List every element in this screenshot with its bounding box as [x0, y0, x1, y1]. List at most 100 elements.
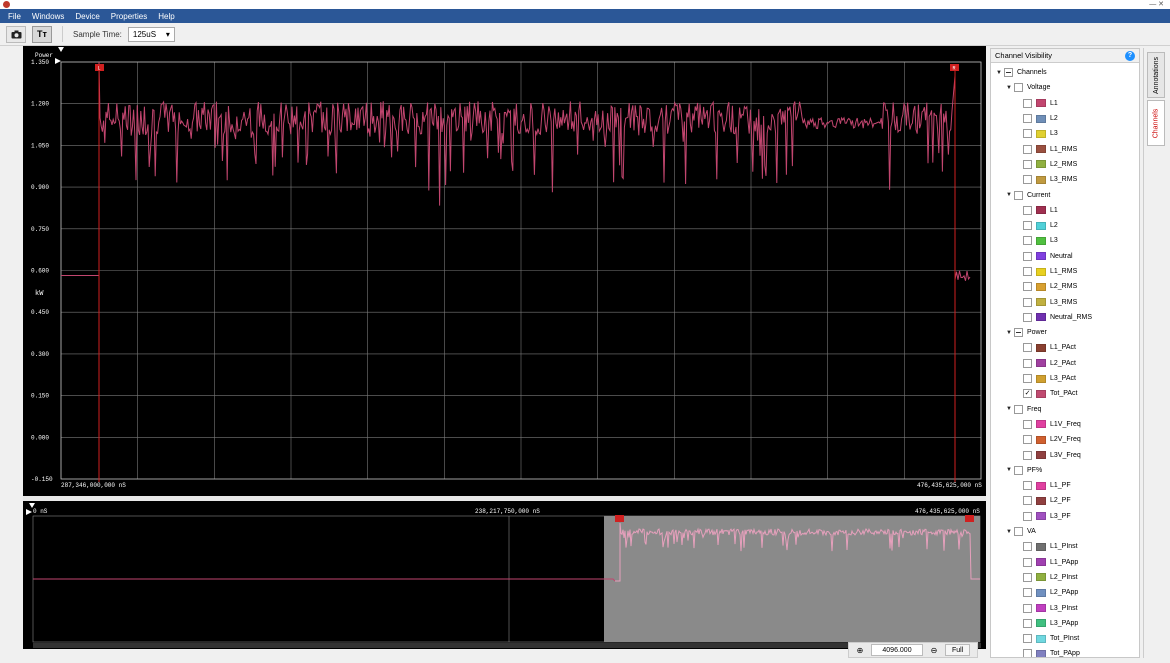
visibility-checkbox[interactable]	[1023, 649, 1032, 657]
visibility-checkbox[interactable]	[1023, 114, 1032, 124]
visibility-checkbox[interactable]	[1014, 465, 1023, 475]
visibility-checkbox[interactable]: ✓	[1023, 389, 1032, 399]
visibility-checkbox[interactable]	[1023, 282, 1032, 292]
visibility-checkbox[interactable]	[1023, 144, 1032, 154]
tree-item[interactable]: L1	[991, 203, 1139, 218]
expand-arrow-icon[interactable]: ▼	[1006, 406, 1014, 412]
visibility-checkbox[interactable]	[1023, 129, 1032, 139]
visibility-checkbox[interactable]	[1023, 221, 1032, 231]
visibility-checkbox[interactable]	[1023, 358, 1032, 368]
visibility-checkbox[interactable]	[1023, 496, 1032, 506]
visibility-checkbox[interactable]	[1023, 634, 1032, 644]
visibility-checkbox[interactable]	[1023, 450, 1032, 460]
zoom-full-button[interactable]: Full	[945, 644, 971, 656]
visibility-checkbox[interactable]	[1023, 175, 1032, 185]
tree-item[interactable]: L3_PAct	[991, 371, 1139, 386]
visibility-checkbox[interactable]	[1014, 83, 1023, 93]
tab-channels[interactable]: Channels	[1147, 100, 1165, 146]
overview-scrollbar[interactable]	[33, 643, 981, 648]
sample-time-select[interactable]: 125uS ▾	[127, 26, 175, 42]
help-icon[interactable]: ?	[1125, 50, 1135, 61]
tree-item[interactable]: L1_RMS	[991, 141, 1139, 156]
text-tool-button[interactable]: Tт	[32, 25, 52, 43]
tree-item[interactable]: L2	[991, 111, 1139, 126]
visibility-checkbox[interactable]	[1014, 404, 1023, 414]
visibility-checkbox[interactable]	[1023, 542, 1032, 552]
tree-item[interactable]: L1_PF	[991, 478, 1139, 493]
menu-file[interactable]: File	[8, 12, 21, 21]
tree-item[interactable]: Neutral	[991, 249, 1139, 264]
overview-plot[interactable]: 0 nS 238,217,750,000 nS 476,435,625,000 …	[23, 501, 986, 649]
tab-annotations[interactable]: Annotations	[1147, 52, 1165, 98]
visibility-checkbox[interactable]	[1014, 328, 1023, 338]
tree-item[interactable]: L2_PApp	[991, 585, 1139, 600]
zoom-out-icon[interactable]: ⊖	[927, 644, 941, 656]
expand-arrow-icon[interactable]: ▼	[996, 70, 1004, 76]
visibility-checkbox[interactable]	[1023, 511, 1032, 521]
expand-arrow-icon[interactable]: ▼	[1006, 529, 1014, 535]
expand-arrow-icon[interactable]: ▼	[1006, 330, 1014, 336]
visibility-checkbox[interactable]	[1023, 297, 1032, 307]
tree-item[interactable]: L1V_Freq	[991, 417, 1139, 432]
visibility-checkbox[interactable]	[1023, 343, 1032, 353]
tree-item[interactable]: ▼ Current	[991, 187, 1139, 202]
tree-item[interactable]: L2_PInst	[991, 570, 1139, 585]
tree-item[interactable]: L2V_Freq	[991, 432, 1139, 447]
tree-item[interactable]: L1_PAct	[991, 340, 1139, 355]
expand-arrow-icon[interactable]: ▼	[1006, 467, 1014, 473]
tree-item[interactable]: L2_RMS	[991, 157, 1139, 172]
main-plot[interactable]: 1.350 1.200 1.050 0.900 0.750 0.600 0.450 0.300…	[23, 46, 986, 496]
overview-svg[interactable]: 0 nS 238,217,750,000 nS 476,435,625,000 …	[23, 501, 986, 649]
menu-help[interactable]: Help	[158, 12, 174, 21]
visibility-checkbox[interactable]	[1023, 205, 1032, 215]
visibility-checkbox[interactable]	[1023, 435, 1032, 445]
visibility-checkbox[interactable]	[1014, 190, 1023, 200]
main-plot-svg[interactable]: 1.350 1.200 1.050 0.900 0.750 0.600 0.450 0.300…	[23, 46, 986, 496]
tree-item[interactable]: L3	[991, 126, 1139, 141]
visibility-checkbox[interactable]	[1023, 572, 1032, 582]
tree-item[interactable]: ▼ Freq	[991, 402, 1139, 417]
tree-item[interactable]: L1_PInst	[991, 539, 1139, 554]
tree-item[interactable]: L3_PInst	[991, 600, 1139, 615]
tree-item[interactable]: ▼ VA	[991, 524, 1139, 539]
tree-item[interactable]: L1_RMS	[991, 264, 1139, 279]
visibility-checkbox[interactable]	[1023, 312, 1032, 322]
menu-windows[interactable]: Windows	[32, 12, 64, 21]
tree-item[interactable]: L3_RMS	[991, 294, 1139, 309]
visibility-checkbox[interactable]	[1023, 588, 1032, 598]
visibility-checkbox[interactable]	[1023, 557, 1032, 567]
tree-item[interactable]: L3_PApp	[991, 616, 1139, 631]
overview-cursor-left[interactable]	[26, 509, 32, 515]
tree-item[interactable]: L1	[991, 96, 1139, 111]
tree-item[interactable]: L2_PAct	[991, 356, 1139, 371]
visibility-checkbox[interactable]	[1023, 618, 1032, 628]
visibility-checkbox[interactable]	[1023, 159, 1032, 169]
tree-item[interactable]: L1_PApp	[991, 555, 1139, 570]
tree-item[interactable]: L3_RMS	[991, 172, 1139, 187]
tree-item[interactable]: Neutral_RMS	[991, 310, 1139, 325]
expand-arrow-icon[interactable]: ▼	[1006, 85, 1014, 91]
cursor-handle-top[interactable]	[58, 47, 64, 52]
visibility-checkbox[interactable]	[1023, 374, 1032, 384]
overview-left-marker[interactable]	[615, 515, 624, 522]
visibility-checkbox[interactable]	[1004, 68, 1013, 78]
zoom-value[interactable]: 4096.000	[871, 644, 923, 656]
menu-device[interactable]: Device	[75, 12, 99, 21]
expand-arrow-icon[interactable]: ▼	[1006, 192, 1014, 198]
window-controls[interactable]: — ✕	[1149, 0, 1164, 8]
visibility-checkbox[interactable]	[1023, 603, 1032, 613]
visibility-checkbox[interactable]	[1023, 251, 1032, 261]
tree-item[interactable]: ▼ PF%	[991, 463, 1139, 478]
tree-item[interactable]: L2_PF	[991, 493, 1139, 508]
tree-item[interactable]: ▼ Voltage	[991, 80, 1139, 95]
zoom-in-icon[interactable]: ⊕	[853, 644, 867, 656]
tree-item[interactable]: L3_PF	[991, 509, 1139, 524]
tree-item[interactable]: L2	[991, 218, 1139, 233]
visibility-checkbox[interactable]	[1023, 236, 1032, 246]
visibility-checkbox[interactable]	[1014, 527, 1023, 537]
visibility-checkbox[interactable]	[1023, 481, 1032, 491]
visibility-checkbox[interactable]	[1023, 419, 1032, 429]
overview-right-marker[interactable]	[965, 515, 974, 522]
cursor-handle-left[interactable]	[55, 58, 61, 64]
visibility-checkbox[interactable]	[1023, 98, 1032, 108]
